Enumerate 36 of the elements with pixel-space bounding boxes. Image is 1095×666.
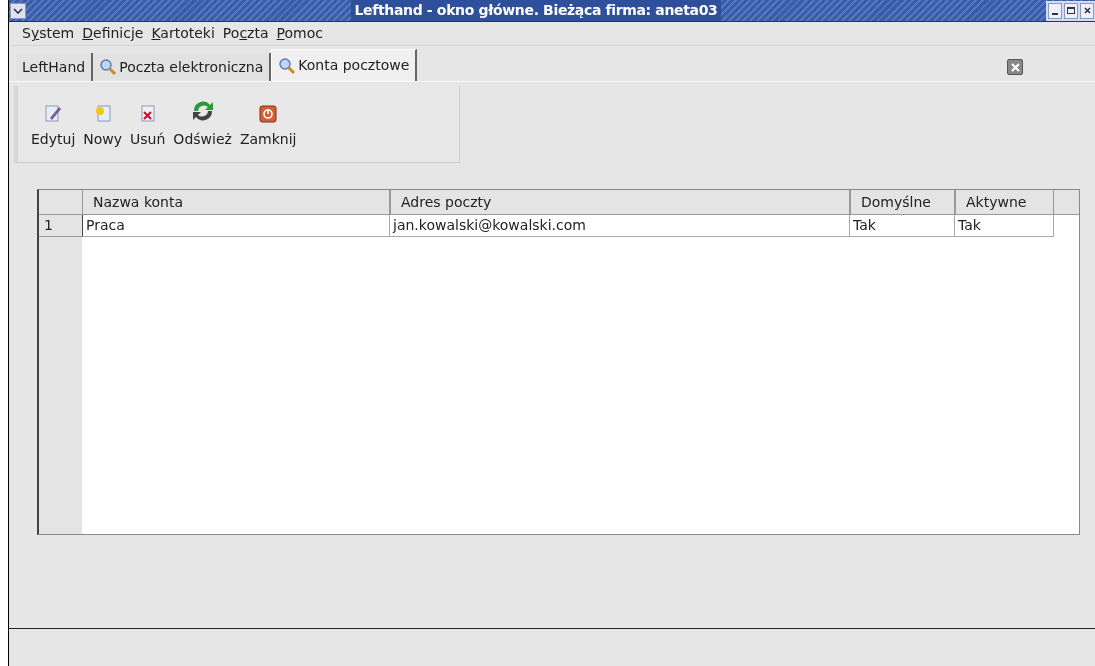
window-menu-button[interactable] [10,2,26,19]
close-tab-button[interactable] [1007,59,1023,75]
delete-page-icon [138,102,157,123]
menu-item[interactable]: Pomoc [276,23,323,44]
magnifier-icon [99,58,118,76]
pencil-page-icon [44,102,63,123]
menu-item[interactable]: Poczta [222,23,269,44]
chevron-down-icon [13,7,23,14]
toolbar-button[interactable]: Odśwież [170,98,235,150]
column-header[interactable]: Adres poczty [390,190,850,214]
table-cell: Tak [955,215,1054,237]
menu-item[interactable]: System [22,23,75,44]
power-icon [259,104,278,123]
menu-item[interactable]: Kartoteki [151,23,215,44]
column-header[interactable]: Domyślne [850,190,955,214]
column-header[interactable]: Nazwa konta [82,190,390,214]
toolbar-button[interactable]: Edytuj [28,98,79,150]
new-page-icon [93,102,112,123]
tab[interactable]: Poczta elektroniczna [93,53,272,81]
minimize-button[interactable] [1048,2,1062,19]
row-number: 1 [39,215,82,237]
maximize-button[interactable] [1064,2,1078,19]
tab[interactable]: Konta pocztowe [271,49,418,81]
table-cell: Tak [850,215,955,237]
window-title: Lefthand - okno główne. Bieżąca firma: aneta03 [350,0,722,21]
toolbar-button[interactable]: Nowy [80,98,126,150]
menu-item[interactable]: Definicje [82,23,144,44]
table-cell: Praca [82,215,390,237]
toolbar-button[interactable]: Zamknij [236,98,300,150]
close-icon [1010,62,1020,72]
close-icon [1083,7,1091,14]
toolbar-button[interactable]: Usuń [127,98,169,150]
magnifier-icon [278,56,297,75]
close-button[interactable] [1080,2,1094,19]
tab[interactable]: LeftHand [16,53,94,81]
table-cell: jan.kowalski@kowalski.com [390,215,850,237]
